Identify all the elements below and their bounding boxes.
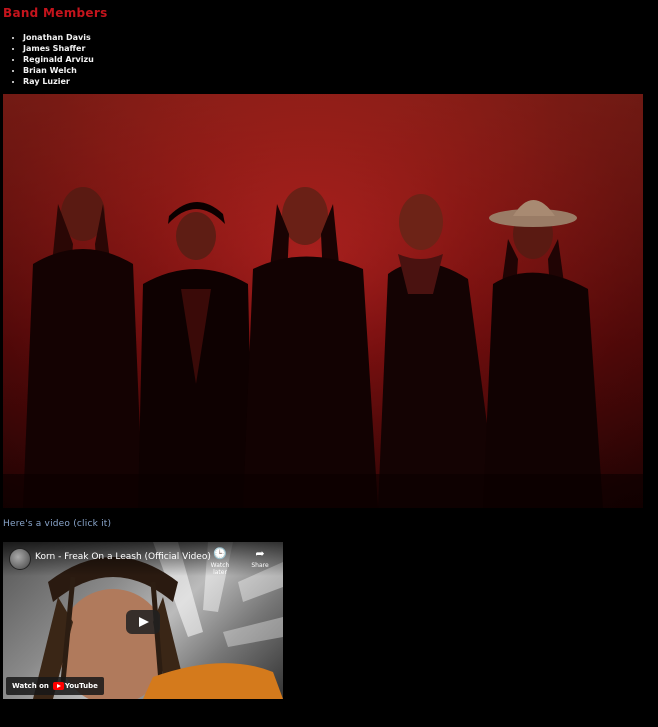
watch-on-youtube-button[interactable]: Watch on YouTube: [6, 677, 104, 695]
list-item: Brian Welch: [23, 65, 94, 76]
band-photo-figures: [3, 94, 643, 508]
clock-icon: 🕒: [213, 547, 227, 560]
play-button[interactable]: [126, 610, 160, 634]
band-member-list: Jonathan Davis James Shaffer Reginald Ar…: [3, 32, 94, 87]
watch-on-label: Watch on: [12, 682, 49, 690]
watch-later-label: Watch later: [210, 562, 230, 576]
page-title: Band Members: [3, 6, 108, 20]
page: Band Members Jonathan Davis James Shaffe…: [0, 0, 658, 727]
video-link[interactable]: Here's a video (click it): [3, 519, 111, 529]
list-item: Ray Luzier: [23, 76, 94, 87]
band-photo: [3, 94, 643, 508]
youtube-logo: YouTube: [52, 682, 98, 690]
share-button[interactable]: ➦ Share: [243, 547, 277, 570]
list-item: James Shaffer: [23, 43, 94, 54]
channel-avatar[interactable]: [9, 548, 31, 570]
list-item: Jonathan Davis: [23, 32, 94, 43]
video-embed[interactable]: Korn - Freak On a Leash (Official Video)…: [3, 542, 283, 699]
list-item: Reginald Arvizu: [23, 54, 94, 65]
share-label: Share: [251, 562, 269, 569]
watch-later-button[interactable]: 🕒 Watch later: [203, 547, 237, 577]
youtube-play-icon: [52, 682, 64, 690]
video-title[interactable]: Korn - Freak On a Leash (Official Video): [35, 552, 211, 562]
share-icon: ➦: [255, 547, 265, 560]
youtube-label: YouTube: [64, 682, 98, 690]
